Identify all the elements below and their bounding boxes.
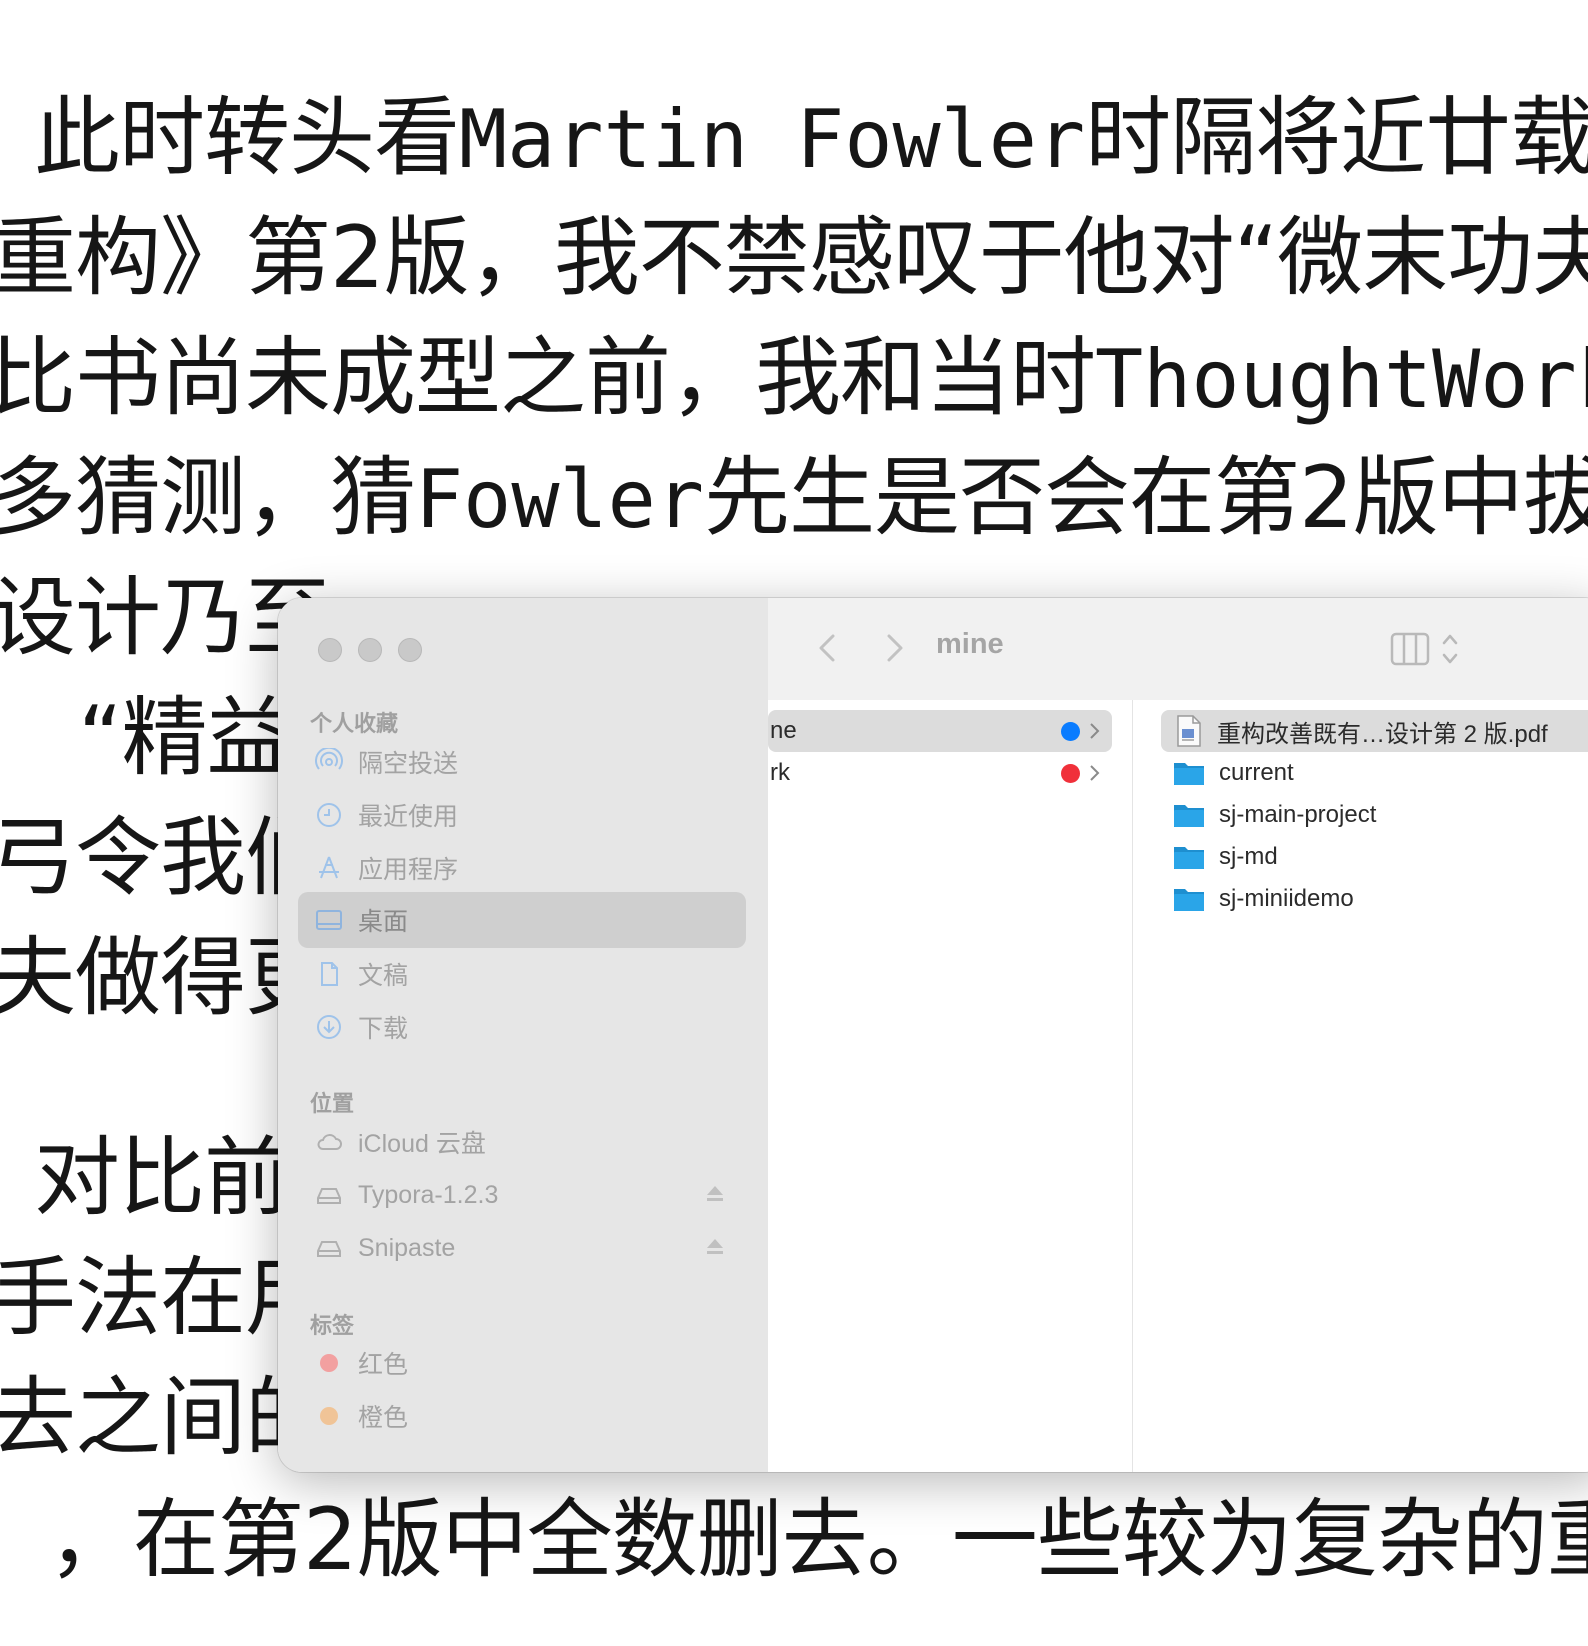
list-item[interactable]: ne: [768, 710, 1112, 752]
sidebar-item-label: Snipaste: [358, 1233, 456, 1262]
doc-line-4: 多猜测，猜Fowler先生是否会在第2版中拔高: [0, 448, 1588, 548]
sidebar-item-tag-orange[interactable]: 橙色: [298, 1388, 746, 1444]
doc-line-12: ，在第2版中全数删去。一些较为复杂的重构: [48, 1490, 1588, 1590]
list-item-folder[interactable]: sj-miniidemo: [1161, 878, 1588, 920]
clock-icon: [314, 800, 344, 830]
sidebar-item-label: 桌面: [358, 908, 409, 936]
list-item-folder[interactable]: sj-md: [1161, 836, 1588, 878]
list-item-label: current: [1219, 759, 1294, 786]
document-icon: [314, 959, 344, 989]
sidebar-item-label: 红色: [358, 1351, 409, 1379]
sidebar-item-label: 下载: [358, 1015, 409, 1043]
list-item-label: sj-md: [1219, 843, 1278, 870]
sidebar-item-snipaste[interactable]: Snipaste: [298, 1220, 746, 1276]
tag-red-icon: [1061, 764, 1080, 783]
list-item-label: rk: [770, 759, 790, 786]
sidebar-item-label: 应用程序: [358, 856, 459, 884]
doc-line-6: “精益: [78, 688, 293, 788]
sidebar-item-recents[interactable]: 最近使用: [298, 787, 746, 843]
sidebar-item-documents[interactable]: 文稿: [298, 946, 746, 1002]
sidebar-item-label: 隔空投送: [358, 750, 459, 778]
drive-icon: [314, 1233, 344, 1263]
list-item-folder[interactable]: sj-main-project: [1161, 794, 1588, 836]
chevron-right-icon: [1090, 723, 1100, 739]
list-item-pdf[interactable]: 重构改善既有…设计第 2 版.pdf: [1161, 710, 1588, 752]
eject-icon[interactable]: [704, 1236, 726, 1258]
tag-red-icon: [320, 1354, 338, 1372]
window-title: mine: [936, 628, 1004, 660]
sidebar-item-icloud[interactable]: iCloud 云盘: [298, 1114, 746, 1170]
list-item[interactable]: rk: [768, 752, 1112, 794]
finder-column-2: 重构改善既有…设计第 2 版.pdf current sj-main-proje…: [1133, 700, 1588, 1472]
finder-window: 个人收藏 隔空投送 最近使用 应用程序 桌面 文稿 下载 位置 iCloud 云…: [278, 598, 1588, 1472]
sidebar-item-label: Typora-1.2.3: [358, 1180, 499, 1209]
doc-line-3: 比书尚未成型之前，我和当时ThoughtWorks的: [0, 328, 1588, 428]
zoom-window-button[interactable]: [398, 638, 422, 662]
folder-icon: [1174, 889, 1204, 911]
sidebar-item-label: iCloud 云盘: [358, 1130, 486, 1158]
sidebar-item-label: 橙色: [358, 1404, 409, 1432]
sidebar-item-typora[interactable]: Typora-1.2.3: [298, 1167, 746, 1223]
airdrop-icon: [314, 747, 344, 777]
tag-orange-icon: [320, 1407, 338, 1425]
forward-chevron-icon[interactable]: [874, 628, 914, 668]
folder-icon: [1174, 763, 1204, 785]
list-item-label: 重构改善既有…设计第 2 版.pdf: [1217, 720, 1548, 748]
chevron-right-icon: [1090, 765, 1100, 781]
doc-line-1: 此时转头看Martin Fowler时隔将近廿载后: [34, 88, 1588, 188]
pdf-file-icon: [1177, 715, 1201, 747]
sidebar-item-airdrop[interactable]: 隔空投送: [298, 734, 746, 790]
drive-icon: [314, 1180, 344, 1210]
sidebar-item-downloads[interactable]: 下载: [298, 999, 746, 1055]
back-chevron-icon[interactable]: [808, 628, 848, 668]
sidebar-item-label: 文稿: [358, 962, 409, 990]
cloud-icon: [314, 1127, 344, 1157]
doc-line-2: 重构》第2版，我不禁感叹于他对“微末功夫”: [0, 208, 1588, 308]
folder-icon: [1174, 847, 1204, 869]
download-icon: [314, 1012, 344, 1042]
applications-icon: [314, 853, 344, 883]
sidebar-item-tag-red[interactable]: 红色: [298, 1335, 746, 1391]
column-view-icon[interactable]: [1390, 628, 1478, 670]
list-item-folder[interactable]: current: [1161, 752, 1588, 794]
doc-line-9: 对比前: [34, 1128, 290, 1228]
folder-icon: [1174, 805, 1204, 827]
eject-icon[interactable]: [704, 1183, 726, 1205]
finder-column-1: ne rk: [768, 700, 1133, 1472]
sidebar-item-applications[interactable]: 应用程序: [298, 840, 746, 896]
finder-toolbar: mine: [768, 598, 1588, 701]
window-controls: [318, 638, 422, 662]
tag-blue-icon: [1061, 722, 1080, 741]
sidebar-item-label: 最近使用: [358, 803, 459, 831]
desktop-icon: [314, 905, 344, 935]
finder-sidebar: 个人收藏 隔空投送 最近使用 应用程序 桌面 文稿 下载 位置 iCloud 云…: [278, 598, 769, 1472]
list-item-label: sj-miniidemo: [1219, 885, 1354, 912]
minimize-window-button[interactable]: [358, 638, 382, 662]
list-item-label: ne: [770, 717, 797, 744]
close-window-button[interactable]: [318, 638, 342, 662]
sidebar-item-desktop[interactable]: 桌面: [298, 892, 746, 948]
list-item-label: sj-main-project: [1219, 801, 1377, 828]
